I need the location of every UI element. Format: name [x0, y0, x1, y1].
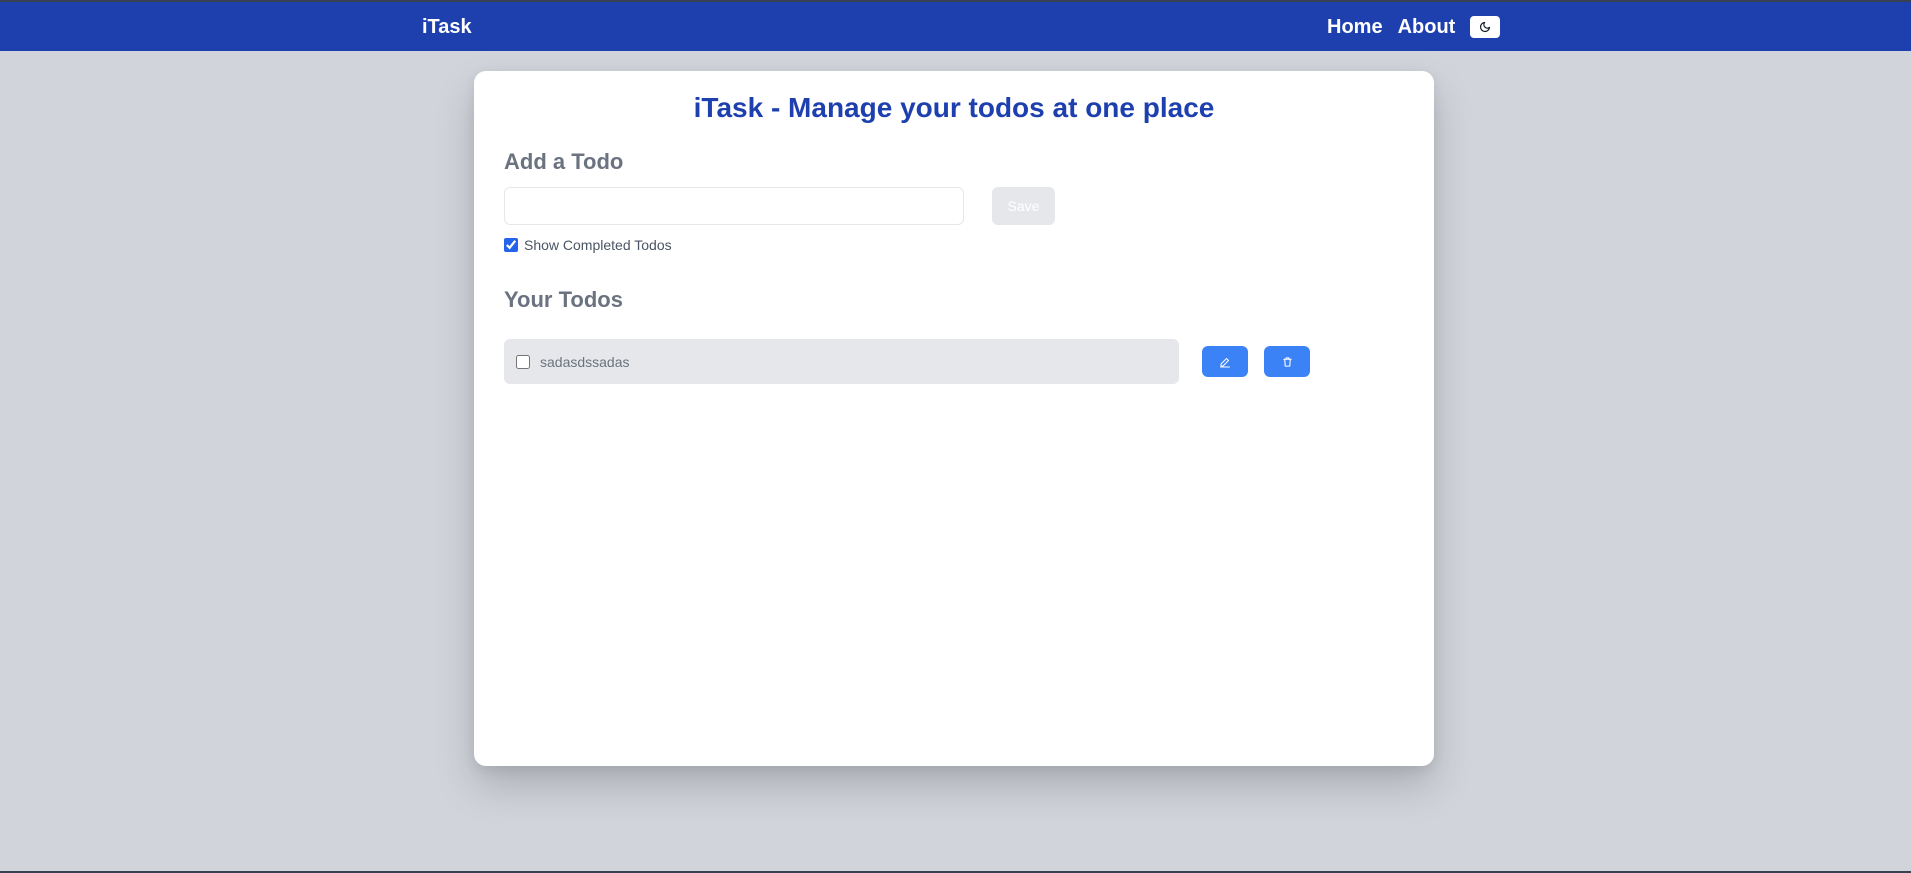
todo-text: sadasdssadas	[540, 353, 630, 370]
delete-todo-button[interactable]	[1264, 346, 1310, 377]
nav-about-link[interactable]: About	[1398, 16, 1456, 38]
theme-toggle-button[interactable]	[1470, 16, 1501, 38]
main-card: iTask - Manage your todos at one place A…	[474, 71, 1434, 766]
navbar: iTask Home About	[0, 2, 1911, 51]
save-button[interactable]: Save	[992, 187, 1055, 225]
nav-home-link[interactable]: Home	[1327, 16, 1383, 38]
trash-icon	[1282, 356, 1292, 367]
edit-todo-button[interactable]	[1202, 346, 1248, 377]
todo-input[interactable]	[504, 187, 964, 225]
add-todo-heading: Add a Todo	[504, 149, 624, 174]
page-title: iTask - Manage your todos at one place	[693, 92, 1215, 123]
todo-complete-checkbox[interactable]	[516, 354, 530, 369]
your-todos-heading: Your Todos	[504, 287, 623, 312]
moon-icon	[1480, 21, 1491, 33]
pencil-icon	[1220, 357, 1230, 367]
show-completed-checkbox[interactable]	[504, 238, 518, 252]
show-completed-label: Show Completed Todos	[524, 237, 672, 253]
todo-item: sadasdssadas	[504, 339, 1179, 384]
brand-logo[interactable]: iTask	[422, 16, 472, 38]
nav-links: Home About	[1327, 16, 1501, 38]
show-completed-toggle[interactable]: Show Completed Todos	[504, 237, 672, 253]
